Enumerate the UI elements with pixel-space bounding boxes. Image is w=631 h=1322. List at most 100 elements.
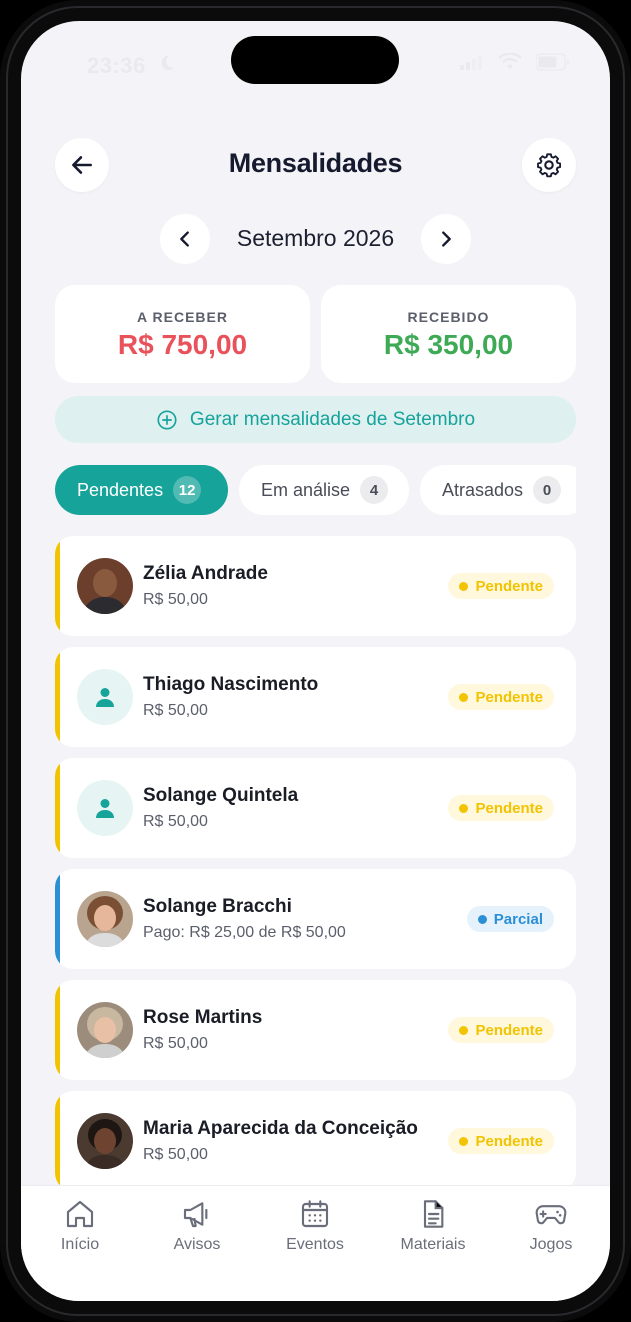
phone-frame: 23:36 Mensalidades Setembro 2026 A RECEB… bbox=[0, 0, 631, 1322]
member-name: Rose Martins bbox=[143, 1007, 263, 1028]
status-icons bbox=[460, 53, 570, 71]
tab-count: 12 bbox=[173, 476, 202, 504]
member-amount: R$ 50,00 bbox=[143, 813, 208, 830]
document-icon bbox=[423, 1200, 444, 1228]
list-item[interactable]: Solange Bracchi Pago: R$ 25,00 de R$ 50,… bbox=[55, 869, 576, 969]
member-amount: R$ 50,00 bbox=[143, 591, 208, 608]
status-dot bbox=[459, 692, 469, 702]
member-name: Maria Aparecida da Conceição bbox=[143, 1118, 418, 1139]
received-label: RECEBIDO bbox=[407, 309, 490, 325]
member-name: Solange Quintela bbox=[143, 785, 299, 806]
status-dot bbox=[459, 1136, 469, 1146]
list-item[interactable]: Rose Martins R$ 50,00 Pendente bbox=[55, 980, 576, 1080]
tab-label: Em análise bbox=[261, 479, 351, 500]
status-badge: Parcial bbox=[466, 906, 554, 932]
member-amount: R$ 50,00 bbox=[143, 1146, 208, 1163]
status-badge-label: Pendente bbox=[475, 688, 543, 706]
home-icon bbox=[66, 1200, 94, 1228]
app-screen: 23:36 Mensalidades Setembro 2026 A RECEB… bbox=[21, 21, 610, 1301]
status-time: 23:36 bbox=[87, 53, 146, 78]
status-stripe bbox=[55, 869, 60, 969]
chevron-left-icon bbox=[180, 231, 189, 247]
nav-label: Jogos bbox=[529, 1236, 573, 1253]
list-item[interactable]: Zélia Andrade R$ 50,00 Pendente bbox=[55, 536, 576, 636]
tab-em-analise[interactable]: Em análise 4 bbox=[239, 465, 409, 515]
plus-circle-icon bbox=[157, 409, 177, 430]
megaphone-icon bbox=[183, 1202, 208, 1228]
gamepad-icon bbox=[535, 1205, 567, 1225]
member-name: Zélia Andrade bbox=[143, 563, 268, 584]
avatar bbox=[77, 780, 133, 836]
nav-label: Eventos bbox=[286, 1236, 344, 1253]
status-badge-label: Pendente bbox=[475, 799, 543, 817]
status-badge: Pendente bbox=[448, 684, 554, 710]
member-amount: R$ 50,00 bbox=[143, 702, 208, 719]
nav-label: Materiais bbox=[400, 1236, 466, 1253]
gear-icon bbox=[537, 153, 562, 178]
nav-label: Avisos bbox=[173, 1236, 221, 1253]
battery-icon bbox=[536, 53, 569, 71]
avatar bbox=[77, 891, 133, 947]
tab-atrasados[interactable]: Atrasados 0 bbox=[420, 465, 576, 515]
status-stripe bbox=[55, 1091, 60, 1191]
moon-icon bbox=[161, 55, 175, 71]
status-badge-label: Pendente bbox=[475, 1021, 543, 1039]
generate-fees-label: Gerar mensalidades de Setembro bbox=[189, 408, 476, 430]
tab-label: Pendentes bbox=[77, 479, 164, 500]
status-dot bbox=[459, 1025, 469, 1035]
member-amount: R$ 50,00 bbox=[143, 1035, 208, 1052]
to-receive-value: R$ 750,00 bbox=[117, 329, 248, 360]
previous-month-button[interactable] bbox=[160, 214, 210, 264]
received-value: R$ 350,00 bbox=[383, 329, 514, 360]
nav-label: Início bbox=[60, 1236, 100, 1253]
to-receive-card: A RECEBER R$ 750,00 bbox=[55, 285, 310, 383]
nav-inicio[interactable]: Início bbox=[25, 1198, 135, 1254]
status-dot bbox=[477, 914, 487, 924]
tab-count: 0 bbox=[533, 476, 562, 504]
nav-avisos[interactable]: Avisos bbox=[142, 1198, 252, 1254]
next-month-button[interactable] bbox=[421, 214, 471, 264]
user-icon bbox=[96, 688, 114, 707]
status-stripe bbox=[55, 980, 60, 1080]
member-name: Solange Bracchi bbox=[143, 896, 292, 917]
user-icon bbox=[96, 799, 114, 818]
status-badge: Pendente bbox=[448, 573, 554, 599]
chevron-right-icon bbox=[442, 231, 451, 247]
status-dot bbox=[459, 803, 469, 813]
status-badge: Pendente bbox=[448, 1017, 554, 1043]
to-receive-label: A RECEBER bbox=[137, 309, 228, 325]
avatar bbox=[77, 1002, 133, 1058]
status-badge-label: Pendente bbox=[475, 1132, 543, 1150]
status-badge-label: Pendente bbox=[475, 577, 543, 595]
nav-materiais[interactable]: Materiais bbox=[378, 1198, 488, 1254]
avatar bbox=[77, 1113, 133, 1169]
signal-icon bbox=[460, 55, 482, 70]
status-badge: Pendente bbox=[448, 795, 554, 821]
month-label: Setembro 2026 bbox=[236, 225, 395, 251]
calendar-icon bbox=[301, 1200, 329, 1228]
status-tabs: Pendentes 12 Em análise 4 Atrasados 0 bbox=[55, 465, 576, 515]
nav-jogos[interactable]: Jogos bbox=[496, 1198, 606, 1254]
list-item[interactable]: Thiago Nascimento R$ 50,00 Pendente bbox=[55, 647, 576, 747]
member-name: Thiago Nascimento bbox=[143, 674, 319, 695]
list-item[interactable]: Solange Quintela R$ 50,00 Pendente bbox=[55, 758, 576, 858]
avatar bbox=[77, 669, 133, 725]
list-item[interactable]: Maria Aparecida da Conceição R$ 50,00 Pe… bbox=[55, 1091, 576, 1191]
status-badge: Pendente bbox=[448, 1128, 554, 1154]
member-amount: Pago: R$ 25,00 de R$ 50,00 bbox=[143, 924, 346, 941]
status-stripe bbox=[55, 536, 60, 636]
status-badge-label: Parcial bbox=[493, 910, 543, 928]
status-stripe bbox=[55, 647, 60, 747]
wifi-icon bbox=[498, 53, 522, 69]
received-card: RECEBIDO R$ 350,00 bbox=[321, 285, 576, 383]
dynamic-island bbox=[231, 36, 399, 84]
generate-fees-button[interactable]: Gerar mensalidades de Setembro bbox=[55, 396, 576, 443]
settings-button[interactable] bbox=[522, 138, 576, 192]
tab-pendentes[interactable]: Pendentes 12 bbox=[55, 465, 228, 515]
avatar bbox=[77, 558, 133, 614]
status-stripe bbox=[55, 758, 60, 858]
tab-label: Atrasados bbox=[442, 479, 524, 500]
tab-count: 4 bbox=[360, 476, 389, 504]
status-dot bbox=[459, 581, 469, 591]
nav-eventos[interactable]: Eventos bbox=[260, 1198, 370, 1254]
